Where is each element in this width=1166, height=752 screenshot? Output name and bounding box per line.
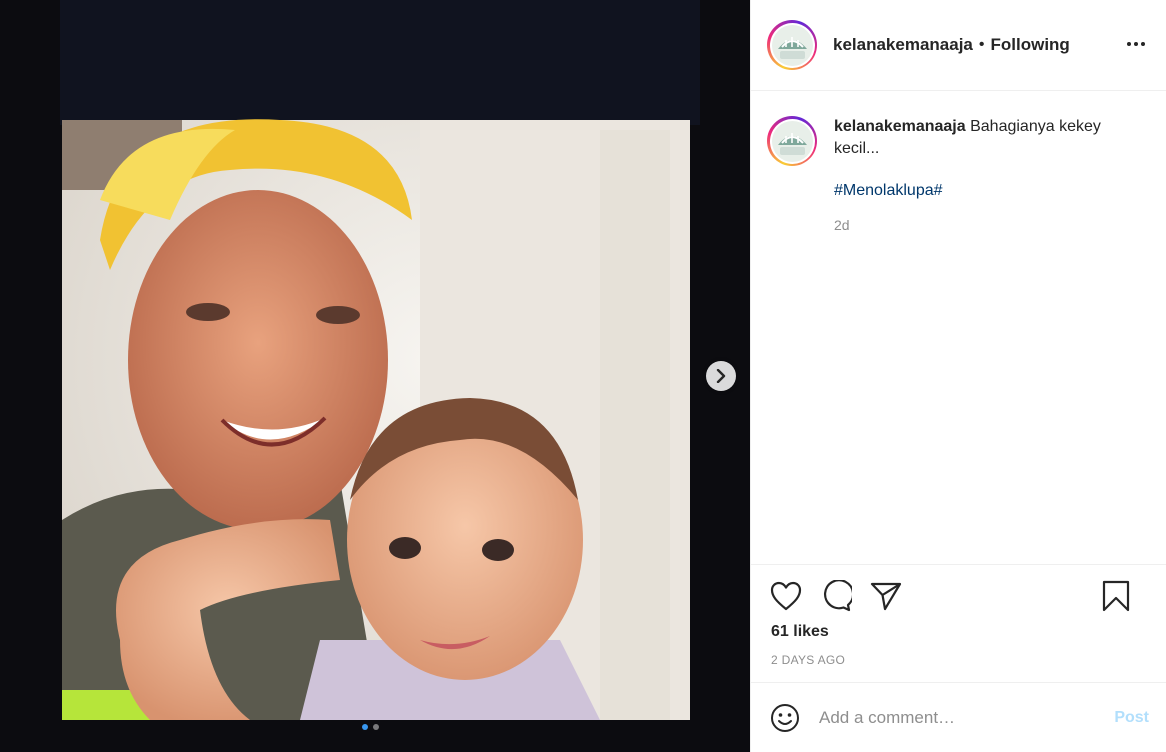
more-options-button[interactable]	[1124, 36, 1148, 52]
post-caption: kelanakemanaaja Bahagianya kekey kecil..…	[767, 116, 1151, 233]
post-media[interactable]	[0, 0, 750, 752]
bookmark-icon	[1102, 580, 1130, 612]
caption-text: kelanakemanaaja Bahagianya kekey kecil..…	[834, 116, 1134, 160]
emoji-icon	[771, 703, 799, 732]
carousel-dot-active	[362, 724, 368, 730]
comment-input[interactable]	[819, 707, 1115, 728]
caption-username[interactable]: kelanakemanaaja	[834, 118, 966, 135]
post-actions: 61 likes 2 DAYS AGO	[751, 564, 1166, 667]
emoji-button[interactable]	[769, 702, 801, 734]
chevron-right-icon	[716, 369, 726, 383]
next-photo-button[interactable]	[706, 361, 736, 391]
share-button[interactable]	[869, 579, 903, 613]
post-header: kelanakemanaaja • Following	[751, 0, 1166, 91]
post-author-username[interactable]: kelanakemanaaja	[833, 35, 973, 55]
more-horizontal-icon	[1127, 42, 1145, 46]
hashtag-link[interactable]: #Menolaklupa#	[834, 182, 1134, 200]
post-side-panel: kelanakemanaaja • Following kelanakemana…	[750, 0, 1166, 752]
action-icon-row	[751, 565, 1166, 627]
comment-icon	[824, 580, 852, 612]
avatar-image	[771, 24, 813, 66]
carousel-dot	[373, 724, 379, 730]
like-button[interactable]	[769, 579, 803, 613]
caption-age: 2d	[834, 217, 850, 233]
avatar[interactable]	[767, 20, 817, 70]
header-separator: •	[978, 36, 985, 53]
post-date: 2 DAYS AGO	[771, 653, 846, 667]
post-photo	[0, 0, 750, 752]
carousel-indicator	[362, 724, 379, 730]
avatar-image	[771, 120, 813, 162]
comment-bar: Post	[751, 682, 1166, 752]
following-button[interactable]: Following	[991, 35, 1070, 55]
save-button[interactable]	[1099, 579, 1133, 613]
post-comment-button[interactable]: Post	[1114, 709, 1149, 727]
heart-icon	[770, 581, 802, 611]
share-icon	[870, 582, 902, 611]
caption-avatar[interactable]	[767, 116, 817, 166]
comment-button[interactable]	[819, 579, 853, 613]
